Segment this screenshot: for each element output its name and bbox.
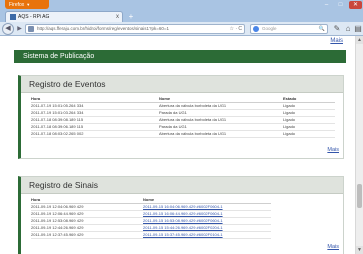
- address-bar[interactable]: http://aqs.fferaju.com.br/hidroi/forms/r…: [25, 24, 245, 34]
- table-row: 2011-09-19 12:44:26.969 429 2011-09-15 1…: [31, 224, 271, 232]
- feed-icon[interactable]: ✎: [332, 24, 342, 34]
- scroll-up-icon[interactable]: ▲: [356, 36, 363, 44]
- site-header: Sistema de Publicação: [14, 50, 346, 63]
- table-row: 2011-07-18 08:39:06.189 115 Parada da UG…: [31, 123, 335, 131]
- signal-link[interactable]: 2011-09-15 16:06:44.969.429 #6002F0604-1: [143, 211, 223, 216]
- events-panel: Registro de Eventos Hora Nome Estado 201…: [18, 75, 344, 159]
- signal-time: 2011-09-19 12:37:45.969 429: [31, 231, 143, 239]
- signals-table: Hora Nome 2011-09-19 12:04:06.969 429 20…: [31, 197, 271, 239]
- tab-close-icon[interactable]: x: [116, 13, 119, 21]
- signal-link[interactable]: 2011-09-15 16:53:08.969.429 #6002F0604-1: [143, 218, 223, 223]
- navigation-bar: ◀ ▶ http://aqs.fferaju.com.br/hidroi/for…: [0, 22, 363, 36]
- event-name: Abertura da válvula borboleta da UG1: [159, 102, 283, 110]
- table-row: 2011-07-19 15:01:05.264 334 Abertura da …: [31, 102, 335, 110]
- favicon-icon: [10, 14, 16, 20]
- table-row: 2011-09-19 12:06:44.969 429 2011-09-15 1…: [31, 210, 271, 218]
- signal-link[interactable]: 2011-09-15 16:04:06.969.429 #6002F0604-1: [143, 204, 223, 209]
- page-content: Mais Sistema de Publicação Registro de E…: [0, 36, 355, 254]
- table-row: 2011-09-19 12:04:06.969 429 2011-09-15 1…: [31, 203, 271, 211]
- table-row: 2011-07-18 08:39:08.189 115 Abertura da …: [31, 116, 335, 124]
- signal-name-cell: 2011-09-15 16:53:08.969.429 #6002F0604-1: [143, 217, 271, 225]
- event-name: Parada da UG1: [159, 109, 283, 117]
- signal-link[interactable]: 2011-09-15 15:37:45.969.429 #6002F0104-1: [143, 232, 223, 237]
- event-state: Ligado: [283, 116, 335, 124]
- signal-link[interactable]: 2011-09-15 15:44:26.969.429 #6002F0204-1: [143, 225, 223, 230]
- bookmarks-icon[interactable]: ▤: [353, 24, 363, 34]
- signals-panel: Registro de Sinais Hora Nome 2011-09-19 …: [18, 176, 344, 254]
- search-icon[interactable]: 🔍: [319, 25, 325, 33]
- events-table: Hora Nome Estado 2011-07-19 15:01:05.264…: [31, 96, 335, 138]
- event-state: Ligado: [283, 109, 335, 117]
- table-row: 2011-09-19 12:37:45.969 429 2011-09-15 1…: [31, 231, 271, 239]
- new-tab-button[interactable]: +: [126, 12, 136, 21]
- back-button[interactable]: ◀: [2, 23, 14, 35]
- google-icon: [253, 26, 259, 32]
- signal-time: 2011-09-19 12:44:26.969 429: [31, 224, 143, 232]
- event-state: Ligado: [283, 123, 335, 131]
- event-state: Ligado: [283, 130, 335, 138]
- signal-name-cell: 2011-09-15 15:37:45.969.429 #6002F0104-1: [143, 231, 271, 239]
- event-time: 2011-07-18 08:39:08.189 115: [31, 116, 159, 124]
- events-more-link[interactable]: Mais: [327, 147, 339, 153]
- event-time: 2011-07-19 15:01:05.264 334: [31, 102, 159, 110]
- chevron-down-icon: ▼: [26, 2, 31, 7]
- event-name: Abertura da válvula borboleta da UG1: [159, 130, 283, 138]
- signals-more-link[interactable]: Mais: [327, 244, 339, 250]
- scroll-down-icon[interactable]: ▼: [356, 246, 363, 254]
- event-name: Abertura da válvula borboleta da UG1: [159, 116, 283, 124]
- signals-panel-title: Registro de Sinais: [21, 177, 343, 194]
- events-panel-title: Registro de Eventos: [21, 76, 343, 93]
- signal-name-cell: 2011-09-15 16:06:44.969.429 #6002F0604-1: [143, 210, 271, 218]
- minimize-button[interactable]: –: [320, 1, 333, 9]
- forward-button[interactable]: ▶: [15, 25, 24, 33]
- vertical-scrollbar[interactable]: ▲ ▼: [355, 36, 363, 254]
- event-name: Parada da UG1: [159, 123, 283, 131]
- signal-time: 2011-09-19 12:06:44.969 429: [31, 210, 143, 218]
- url-text: http://aqs.fferaju.com.br/hidroi/forms/r…: [37, 26, 169, 31]
- close-window-button[interactable]: ✕: [349, 1, 362, 9]
- home-icon[interactable]: ⌂: [343, 24, 353, 34]
- table-row: 2011-07-19 15:01:03.264 334 Parada da UG…: [31, 109, 335, 117]
- tab-title: AQS - RPi AG: [18, 14, 50, 20]
- table-row: 2011-09-19 12:53:08.969 429 2011-09-15 1…: [31, 217, 271, 225]
- event-time: 2011-07-19 15:01:03.264 334: [31, 109, 159, 117]
- signal-name-cell: 2011-09-15 15:44:26.969.429 #6002F0204-1: [143, 224, 271, 232]
- event-state: Ligado: [283, 102, 335, 110]
- event-time: 2011-07-18 08:39:06.189 115: [31, 123, 159, 131]
- bookmark-reload-icons[interactable]: ☆ · C: [229, 25, 242, 33]
- table-row: 2011-07-18 08:03:02.265 002 Abertura da …: [31, 130, 335, 138]
- browser-tab[interactable]: AQS - RPi AG x: [5, 11, 123, 22]
- search-placeholder: Google: [262, 26, 277, 31]
- event-time: 2011-07-18 08:03:02.265 002: [31, 130, 159, 138]
- search-box[interactable]: Google 🔍: [250, 24, 328, 34]
- browser-titlebar: Firefox ▼ AQS - RPi AG x + – □ ✕: [0, 0, 363, 22]
- top-more-link[interactable]: Mais: [330, 38, 343, 44]
- signal-time: 2011-09-19 12:04:06.969 429: [31, 203, 143, 211]
- scrollbar-thumb[interactable]: [357, 184, 362, 208]
- firefox-menu-label: Firefox: [9, 2, 25, 8]
- firefox-menu-button[interactable]: Firefox ▼: [5, 0, 49, 9]
- signal-time: 2011-09-19 12:53:08.969 429: [31, 217, 143, 225]
- signal-name-cell: 2011-09-15 16:04:06.969.429 #6002F0604-1: [143, 203, 271, 211]
- site-identity-icon[interactable]: [28, 26, 34, 32]
- maximize-button[interactable]: □: [334, 1, 347, 9]
